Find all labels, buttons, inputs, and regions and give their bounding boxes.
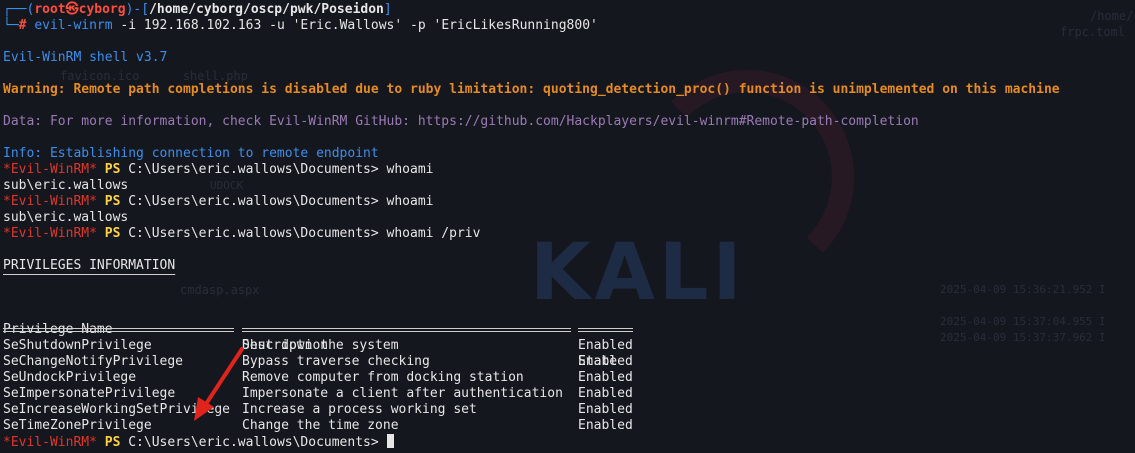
description-cell: Remove computer from docking station: [242, 370, 524, 385]
table-row: SeUndockPrivilege Remove computer from do…: [3, 370, 1135, 386]
annotation-arrow: [194, 347, 244, 421]
state-cell: Enabled: [578, 386, 633, 401]
data-line: Data: For more information, check Evil-W…: [3, 114, 919, 129]
privilege-name-cell: SeChangeNotifyPrivilege: [3, 354, 184, 369]
terminal-output[interactable]: ┌──(root㉿cyborg)-[/home/cyborg/oscp/pwk/…: [3, 2, 1135, 450]
command-binary: evil-winrm: [34, 18, 113, 33]
privileges-table-body: SeShutdownPrivilege Shut down the system E…: [3, 338, 1135, 434]
privileges-title: PRIVILEGES INFORMATION: [3, 258, 176, 273]
info-line: Info: Establishing connection to remote …: [3, 146, 379, 161]
description-cell: Increase a process working set: [242, 402, 477, 417]
shell-output-2: sub\eric.wallows: [3, 210, 129, 225]
rule-desc: [242, 328, 571, 332]
terminal-cursor: [386, 434, 394, 448]
shell-prompt-1: *Evil-WinRM* PS C:\Users\eric.wallows\Do…: [3, 162, 434, 177]
state-cell: Enabled: [578, 370, 633, 385]
shell-prompt-4[interactable]: *Evil-WinRM* PS C:\Users\eric.wallows\Do…: [3, 434, 1135, 450]
shell-output-1: sub\eric.wallows: [3, 178, 129, 193]
banner-line: Evil-WinRM shell v3.7: [3, 50, 168, 65]
privilege-name-cell: SeShutdownPrivilege: [3, 338, 152, 353]
privilege-name-cell: SeUndockPrivilege: [3, 370, 137, 385]
table-row: SeTimeZonePrivilege Change the time zone E…: [3, 418, 1135, 434]
shell-command-2: whoami: [386, 194, 434, 209]
prompt-path: /home/cyborg/oscp/pwk/Poseidon: [149, 2, 384, 17]
state-cell: Enabled: [578, 418, 633, 433]
privilege-name-cell: SeTimeZonePrivilege: [3, 418, 152, 433]
privileges-table-rule: [3, 322, 1135, 338]
table-row: SeShutdownPrivilege Shut down the system E…: [3, 338, 1135, 354]
table-row: SeIncreaseWorkingSetPrivilege Increase a …: [3, 402, 1135, 418]
privileges-table-header: Privilege Name Description State: [3, 306, 1135, 369]
state-cell: Enabled: [578, 338, 633, 353]
table-row: SeImpersonatePrivilege Impersonate a clie…: [3, 386, 1135, 402]
description-cell: Bypass traverse checking: [242, 354, 430, 369]
description-cell: Change the time zone: [242, 418, 399, 433]
shell-command-3: whoami /priv: [386, 226, 481, 241]
description-cell: Impersonate a client after authenticatio…: [242, 386, 563, 401]
rule-name: [3, 328, 234, 332]
prompt-line-top: ┌──(root㉿cyborg)-[/home/cyborg/oscp/pwk/…: [3, 2, 392, 17]
prompt-user: root㉿cyborg: [34, 2, 126, 17]
command-line: └─# evil-winrm -i 192.168.102.163 -u 'Er…: [3, 18, 598, 33]
privilege-name-cell: SeImpersonatePrivilege: [3, 386, 176, 401]
state-cell: Enabled: [578, 354, 633, 369]
shell-prompt-3: *Evil-WinRM* PS C:\Users\eric.wallows\Do…: [3, 226, 481, 241]
shell-prompt-2: *Evil-WinRM* PS C:\Users\eric.wallows\Do…: [3, 194, 434, 209]
description-cell: Shut down the system: [242, 338, 399, 353]
command-args: -i 192.168.102.163 -u 'Eric.Wallows' -p …: [112, 18, 598, 33]
rule-state: [578, 328, 633, 332]
shell-command-1: whoami: [386, 162, 434, 177]
state-cell: Enabled: [578, 402, 633, 417]
table-row: SeChangeNotifyPrivilege Bypass traverse c…: [3, 354, 1135, 370]
warning-line: Warning: Remote path completions is disa…: [3, 82, 1060, 97]
